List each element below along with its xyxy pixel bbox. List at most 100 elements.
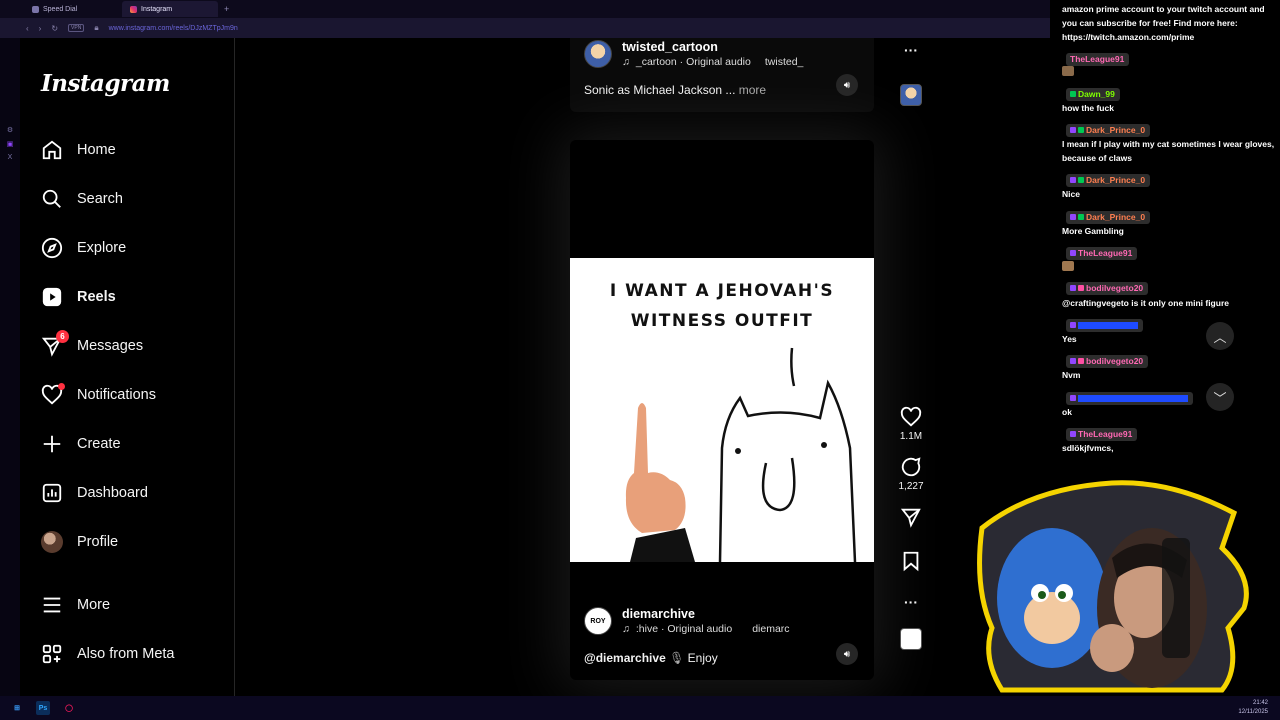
emote-icon [1062,261,1074,271]
reel-current[interactable]: I WANT A JEHOVAH'S WITNESS OUTFIT ROY die… [570,140,874,680]
microphone-icon: 🎙︎ [669,651,685,665]
audio-thumbnail[interactable] [900,84,922,106]
redacted-username [1078,394,1188,402]
badge-icon [1070,322,1076,328]
chat-message-text: Nvm [1062,370,1081,380]
search-icon [41,188,63,210]
settings-icon[interactable]: ⚙ [7,126,13,134]
sidebar-item-home[interactable]: Home [41,135,231,165]
author-username[interactable]: diemarchive [622,607,790,621]
sidebar-item-messages[interactable]: 6 Messages [41,330,231,361]
system-clock[interactable]: 21:42 12/11/2025 [1238,699,1268,717]
reel-caption: Sonic as Michael Jackson ... more [584,83,767,97]
sidebar-item-reels[interactable]: Reels [41,282,231,312]
notification-dot [58,383,65,390]
twitch-icon[interactable]: ▣ [7,140,14,148]
new-tab-button[interactable]: + [224,4,229,14]
reel-video[interactable]: I WANT A JEHOVAH'S WITNESS OUTFIT [570,258,874,562]
x-icon[interactable]: X [8,154,13,161]
redacted-username [1078,321,1138,329]
more-link[interactable]: more [739,83,766,97]
avatar [41,531,63,553]
reload-icon[interactable]: ↻ [51,24,58,33]
instagram-sidebar: Instagram Home Search Explore Reels 6 Me… [20,38,235,696]
badge-icon [1078,177,1084,183]
address-bar: ‹ › ↻ VPN 🔒︎ www.instagram.com/reels/DJz… [0,18,1050,38]
reel-previous-actions: ··· [896,42,926,106]
scroll-down-icon[interactable]: ﹀ [1206,383,1234,411]
reel-author: ROY diemarchive ♫:hive · Original audio d… [584,607,790,635]
reel-previous[interactable]: twisted_cartoon ♫ _cartoon · Original aud… [570,38,874,112]
bookmark-icon[interactable] [900,550,922,572]
opera-icon[interactable]: ◯ [62,701,76,715]
audio-thumbnail[interactable] [900,628,922,650]
sidebar-item-also-from-meta[interactable]: Also from Meta [41,639,231,669]
badge-icon [1070,177,1076,183]
chat-message: TheLeague91 [1062,246,1276,260]
chat-message: TheLeague91 [1062,427,1276,441]
speaker-icon[interactable]: 🔊︎ [836,643,858,665]
instagram-logo[interactable]: Instagram [41,70,170,97]
chat-message-text: Nice [1062,189,1080,199]
share-icon[interactable] [900,506,922,528]
author-avatar[interactable] [584,40,612,68]
speaker-icon[interactable]: 🔊︎ [836,74,858,96]
like-count: 1.1M [899,431,923,442]
sidebar-item-search[interactable]: Search [41,184,231,214]
badge-icon [1070,214,1076,220]
reel-author: twisted_cartoon ♫ _cartoon · Original aud… [584,40,803,68]
sidebar-item-create[interactable]: Create [41,429,231,459]
caption-mention[interactable]: @diemarchive [584,651,666,665]
author-avatar[interactable]: ROY [584,607,612,635]
photoshop-icon[interactable]: Ps [36,701,50,715]
chat-message-text: ok [1062,407,1072,417]
badge-icon [1078,127,1084,133]
sidebar-item-dashboard[interactable]: Dashboard [41,478,231,508]
badge-icon [1070,127,1076,133]
vpn-badge[interactable]: VPN [68,24,85,32]
chat-message: Dark_Prince_0 [1062,173,1276,187]
plus-icon [41,433,63,455]
back-icon[interactable]: ‹ [26,24,29,33]
scroll-up-icon[interactable]: ︿ [1206,322,1234,350]
like-heart-icon[interactable] [900,406,922,428]
tab-instagram[interactable]: Instagram [122,1,218,17]
reel-audio[interactable]: ♫ _cartoon · Original audio twisted_ [622,56,803,68]
chat-message: bodilvegeto20 [1062,354,1276,368]
browser-side-panel: ⚙ ▣ X [0,38,20,696]
reel-caption: @diemarchive 🎙︎ Enjoy [584,651,718,665]
reel-audio[interactable]: ♫:hive · Original audio diemarc [622,623,790,635]
forward-icon[interactable]: › [39,24,42,33]
webcam-overlay [977,480,1249,693]
tab-speed-dial[interactable]: Speed Dial [24,1,120,17]
windows-start-icon[interactable]: ⊞ [10,701,24,715]
sidebar-item-explore[interactable]: Explore [41,233,231,263]
chat-message: Dawn_99 [1062,87,1276,101]
sidebar-item-more[interactable]: More [41,590,231,620]
menu-icon [41,594,63,616]
badge-icon [1070,285,1076,291]
messenger-icon: 6 [41,330,69,357]
chat-message: Dark_Prince_0 [1062,123,1276,137]
badge-icon [1078,358,1084,364]
badge-icon [1070,91,1076,97]
badge-icon [1078,214,1084,220]
url-field[interactable]: www.instagram.com/reels/DJzMZTpJm9n [109,25,238,32]
sidebar-item-notifications[interactable]: Notifications [41,380,231,410]
emote-icon [1062,66,1276,80]
comic-drawing [625,347,857,562]
author-username[interactable]: twisted_cartoon [622,40,803,54]
compass-icon [41,237,63,259]
more-options-icon[interactable]: ··· [904,42,918,58]
comment-icon[interactable] [900,456,922,478]
stream-chat-overlay: amazon prime account to your twitch acco… [1058,0,1280,470]
instagram-favicon-icon [130,5,137,13]
chat-message: amazon prime account to your twitch acco… [1062,4,1265,42]
browser-tab-bar: Speed Dial Instagram + [0,0,1050,18]
sidebar-item-profile[interactable]: Profile [41,527,231,557]
more-options-icon[interactable]: ··· [904,594,918,610]
badge-icon [1070,431,1076,437]
badge-icon [1070,358,1076,364]
badge-icon [1070,250,1076,256]
chat-message-text: sdlökjfvmcs, [1062,443,1114,453]
